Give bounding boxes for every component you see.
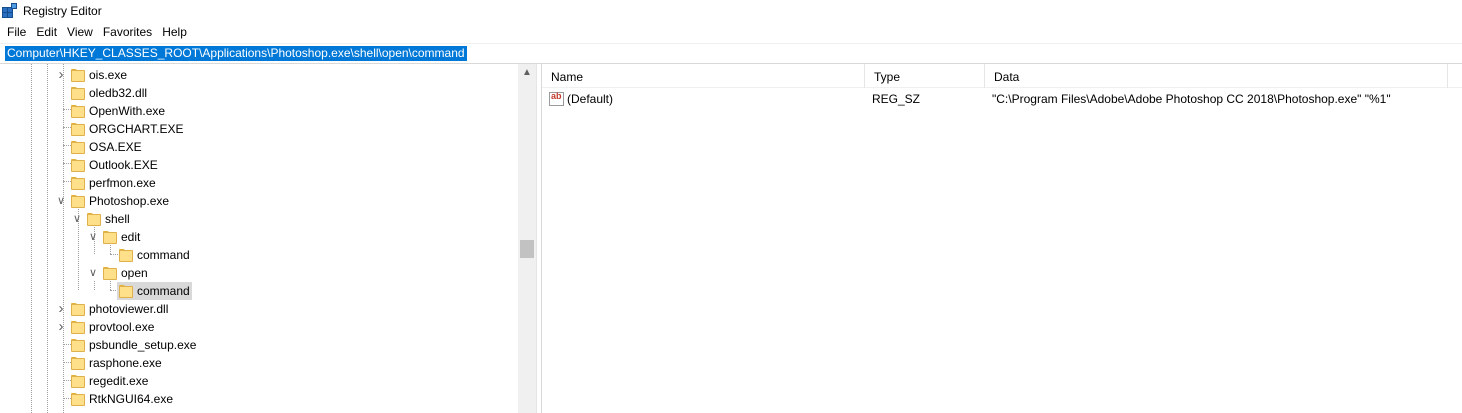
menu-help[interactable]: Help (157, 22, 192, 42)
chevron-down-icon[interactable]: ∨ (87, 228, 99, 246)
value-name: (Default) (567, 92, 614, 106)
folder-icon (103, 230, 117, 244)
column-header-type[interactable]: Type (865, 64, 985, 88)
tree-item-label: regedit.exe (89, 374, 149, 388)
folder-icon (71, 302, 85, 316)
tree-item-label: RtkNGUI64.exe (89, 392, 174, 406)
tree-item-label: command (137, 248, 190, 262)
tree-item[interactable]: ORGCHART.EXE (0, 120, 518, 138)
tree-item[interactable]: command (0, 282, 518, 300)
folder-icon (71, 140, 85, 154)
tree-item[interactable]: RtkNGUI64.exe (0, 390, 518, 408)
title-bar: Registry Editor (0, 0, 1462, 22)
tree-item[interactable]: OpenWith.exe (0, 102, 518, 120)
tree-item-label: oledb32.dll (89, 86, 148, 100)
chevron-down-icon[interactable]: ∨ (87, 264, 99, 282)
tree-item[interactable]: perfmon.exe (0, 174, 518, 192)
tree-item[interactable]: regedit.exe (0, 372, 518, 390)
folder-icon (119, 284, 133, 298)
scroll-thumb[interactable] (520, 240, 534, 258)
folder-icon (71, 176, 85, 190)
menu-view[interactable]: View (62, 22, 98, 42)
tree-item-label: edit (121, 230, 141, 244)
column-header-row: Name Type Data (542, 64, 1462, 88)
tree-item[interactable]: › ois.exe (0, 66, 518, 84)
folder-icon (71, 392, 85, 406)
scroll-up-arrow-icon[interactable]: ▲ (518, 64, 536, 82)
tree-item[interactable]: ∨ open (0, 264, 518, 282)
tree-item-label: perfmon.exe (89, 176, 156, 190)
tree-item[interactable]: OSA.EXE (0, 138, 518, 156)
tree-item-label: shell (105, 212, 130, 226)
address-bar[interactable]: Computer\HKEY_CLASSES_ROOT\Applications\… (0, 43, 1462, 64)
chevron-down-icon[interactable]: ∨ (71, 210, 83, 228)
tree-item-label: OpenWith.exe (89, 104, 166, 118)
address-input[interactable]: Computer\HKEY_CLASSES_ROOT\Applications\… (5, 46, 467, 61)
chevron-down-icon[interactable]: ∨ (55, 192, 67, 210)
folder-icon (71, 374, 85, 388)
table-row[interactable]: ab (Default) REG_SZ "C:\Program Files\Ad… (542, 90, 1462, 108)
folder-icon (71, 338, 85, 352)
menu-bar: File Edit View Favorites Help (0, 22, 1462, 42)
tree-item-label: psbundle_setup.exe (89, 338, 197, 352)
tree-item-label: Photoshop.exe (89, 194, 170, 208)
tree-item-label: provtool.exe (89, 320, 155, 334)
value-data: "C:\Program Files\Adobe\Adobe Photoshop … (992, 92, 1391, 106)
menu-file[interactable]: File (2, 22, 31, 42)
registry-editor-icon (2, 3, 18, 19)
folder-icon (71, 104, 85, 118)
folder-icon (103, 266, 117, 280)
folder-icon (71, 158, 85, 172)
tree-item-label: command (135, 282, 192, 300)
tree-item-label: OSA.EXE (89, 140, 142, 154)
tree-item-label: ORGCHART.EXE (89, 122, 184, 136)
column-header-data[interactable]: Data (985, 64, 1448, 88)
menu-edit[interactable]: Edit (31, 22, 62, 42)
string-value-icon: ab (549, 91, 564, 106)
tree-item[interactable]: › provtool.exe (0, 318, 518, 336)
chevron-right-icon[interactable]: › (55, 318, 67, 336)
chevron-right-icon[interactable]: › (55, 300, 67, 318)
tree-item-label: Outlook.EXE (89, 158, 158, 172)
folder-icon (71, 320, 85, 334)
tree-item[interactable]: ∨ edit (0, 228, 518, 246)
tree-item[interactable]: rasphone.exe (0, 354, 518, 372)
column-header-name[interactable]: Name (542, 64, 865, 88)
tree-item-label: rasphone.exe (89, 356, 162, 370)
folder-icon (71, 194, 85, 208)
folder-icon (71, 356, 85, 370)
tree-item-label: ois.exe (89, 68, 128, 82)
tree-item[interactable]: command (0, 246, 518, 264)
window-title: Registry Editor (23, 4, 102, 18)
folder-icon (71, 68, 85, 82)
tree-item[interactable]: › photoviewer.dll (0, 300, 518, 318)
folder-icon (119, 248, 133, 262)
folder-icon (71, 86, 85, 100)
value-type: REG_SZ (872, 92, 921, 106)
tree-item[interactable]: ∨ shell (0, 210, 518, 228)
tree-item[interactable]: oledb32.dll (0, 84, 518, 102)
tree-item[interactable]: ∨ Photoshop.exe (0, 192, 518, 210)
menu-favorites[interactable]: Favorites (98, 22, 157, 42)
key-tree[interactable]: › ois.exe oledb32.dll OpenWith.exe ORGCHART.… (0, 64, 537, 413)
tree-scrollbar[interactable]: ▲ (518, 64, 536, 413)
folder-icon (87, 212, 101, 226)
tree-item[interactable]: Outlook.EXE (0, 156, 518, 174)
chevron-right-icon[interactable]: › (55, 66, 67, 84)
folder-icon (71, 122, 85, 136)
tree-item-label: photoviewer.dll (89, 302, 169, 316)
tree-item[interactable]: psbundle_setup.exe (0, 336, 518, 354)
tree-item-label: open (121, 266, 148, 280)
values-list[interactable]: Name Type Data ab (Default) REG_SZ "C:\P… (541, 64, 1462, 413)
